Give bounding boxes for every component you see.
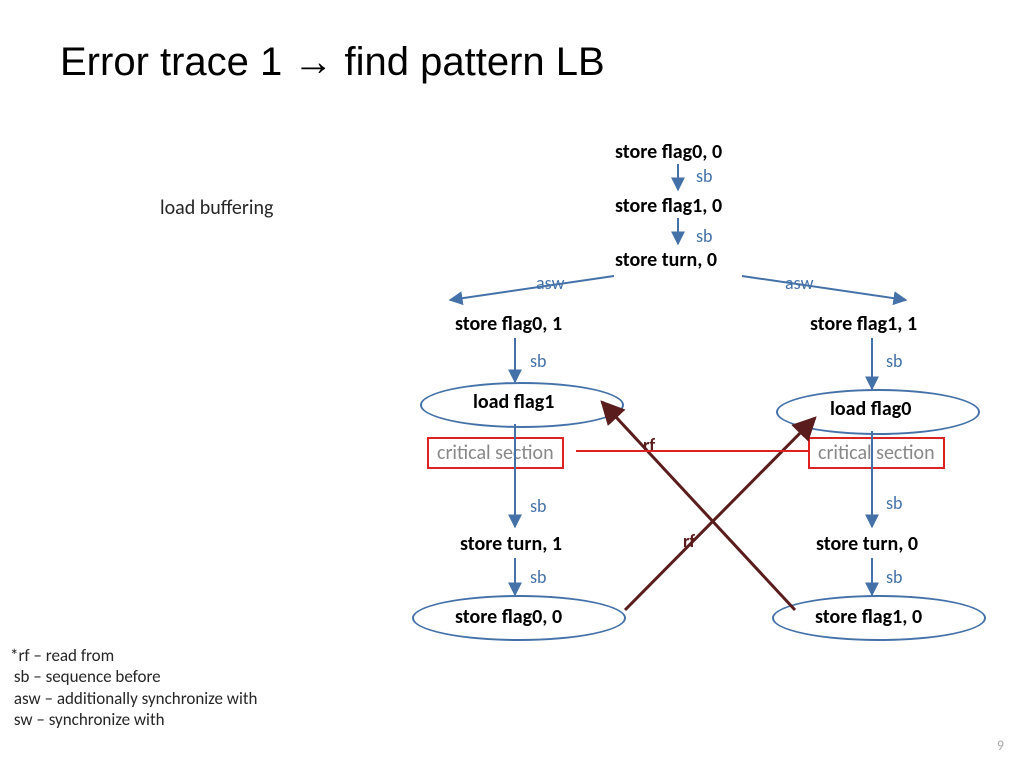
node-store-turn-0-right: store turn, 0 xyxy=(816,532,918,556)
edge-sb-2: sb xyxy=(696,225,713,247)
critical-section-left: critical section xyxy=(427,437,564,469)
edge-sb-7: sb xyxy=(530,566,547,588)
edge-rf-2: rf xyxy=(683,530,695,552)
slide-title: Error trace 1 → find pattern LB xyxy=(60,40,605,85)
node-load-flag0: load flag0 xyxy=(830,397,911,421)
subtitle-text: load buffering xyxy=(160,196,273,220)
edge-sb-1: sb xyxy=(696,165,713,187)
edge-asw-right: asw xyxy=(785,272,813,294)
legend-sb: sb – sequence before xyxy=(10,666,257,687)
node-store-flag0-0-bottom: store flag0, 0 xyxy=(455,605,562,629)
node-load-flag1: load flag1 xyxy=(473,390,554,414)
node-store-flag0-0-top: store flag0, 0 xyxy=(615,140,722,164)
legend-asw: asw – additionally synchronize with xyxy=(10,688,257,709)
legend: *rf – read from sb – sequence before asw… xyxy=(10,645,257,730)
edge-sb-3: sb xyxy=(530,350,547,372)
page-number: 9 xyxy=(997,737,1004,754)
node-store-turn-1: store turn, 1 xyxy=(460,532,562,556)
critical-section-right: critical section xyxy=(808,437,945,469)
edge-rf-1: rf xyxy=(643,434,655,456)
node-store-turn-0-top: store turn, 0 xyxy=(615,248,717,272)
edge-sb-8: sb xyxy=(886,566,903,588)
node-store-flag1-1: store flag1, 1 xyxy=(810,312,917,336)
node-store-flag1-0-bottom: store flag1, 0 xyxy=(815,605,922,629)
edge-sb-5: sb xyxy=(530,495,547,517)
legend-rf: *rf – read from xyxy=(10,645,257,666)
node-store-flag1-0: store flag1, 0 xyxy=(615,194,722,218)
edge-asw-left: asw xyxy=(536,272,564,294)
node-store-flag0-1: store flag0, 1 xyxy=(455,312,562,336)
edge-sb-4: sb xyxy=(886,350,903,372)
legend-sw: sw – synchronize with xyxy=(10,709,257,730)
edge-sb-6: sb xyxy=(886,492,903,514)
